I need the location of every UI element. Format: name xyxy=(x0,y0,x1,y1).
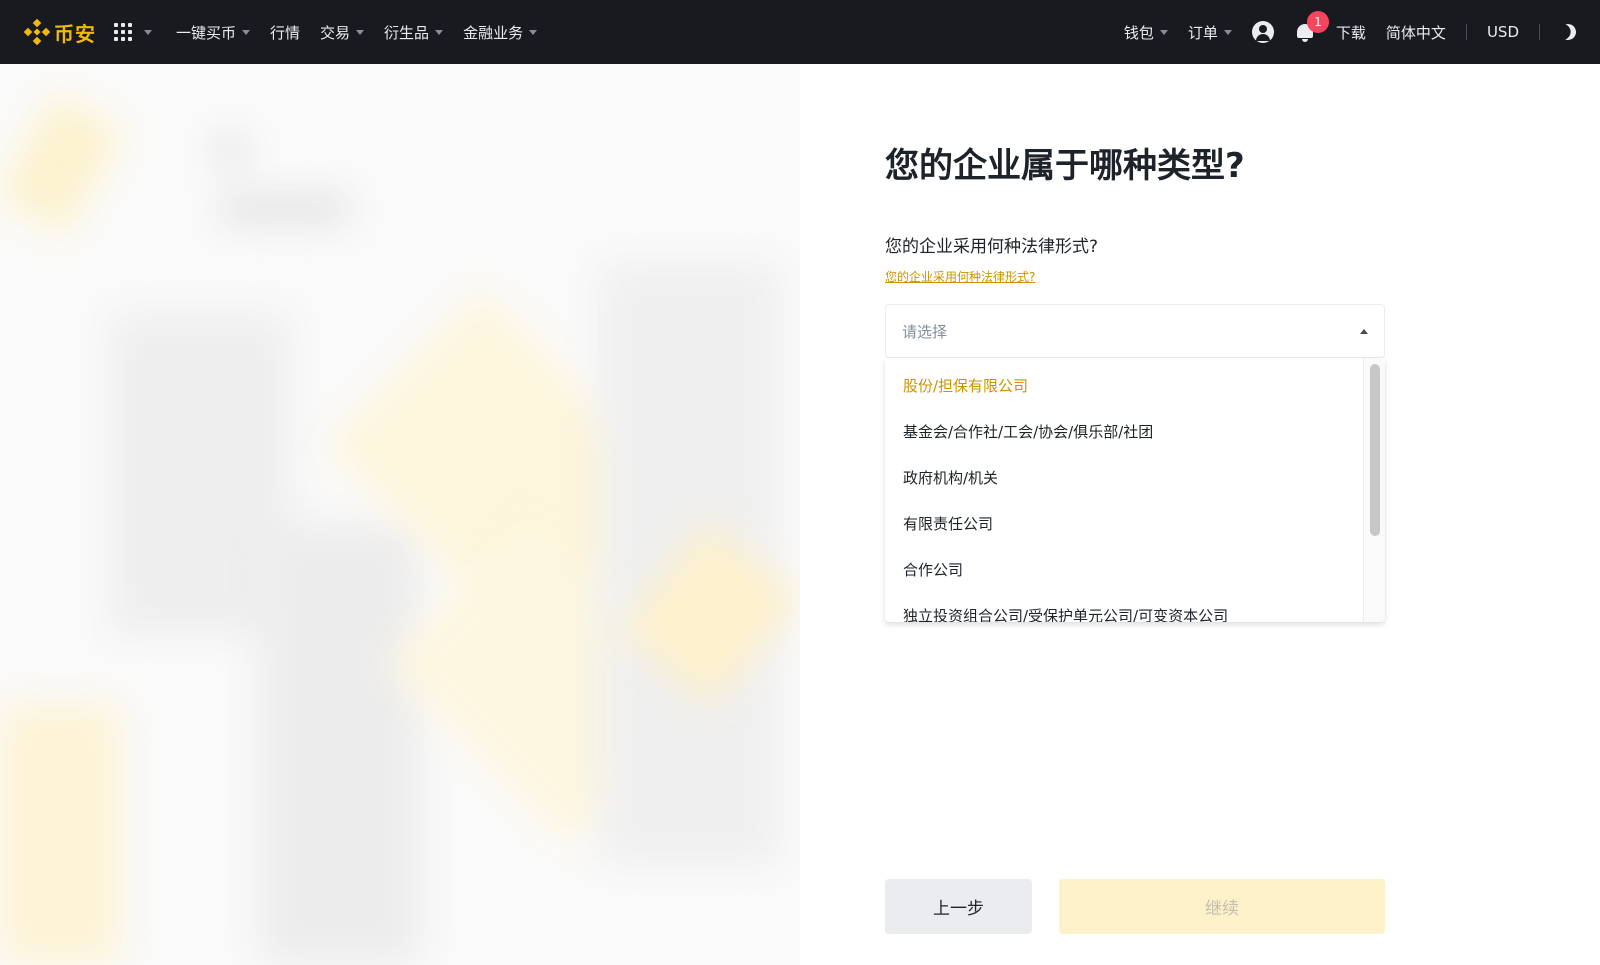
legal-form-select[interactable]: 请选择 xyxy=(885,304,1385,358)
scrollbar-thumb[interactable] xyxy=(1370,364,1380,536)
legal-form-question: 您的企业采用何种法律形式? xyxy=(885,237,1099,257)
nav-item-trade[interactable]: 交易 xyxy=(320,22,365,43)
wallet-label: 钱包 xyxy=(1123,23,1154,42)
dropdown-option[interactable]: 有限责任公司 xyxy=(885,500,1385,546)
nav-item-buy-crypto[interactable]: 一键买币 xyxy=(176,22,251,43)
divider xyxy=(1465,24,1467,40)
chevron-down-icon xyxy=(144,29,152,35)
nav-item-label: 行情 xyxy=(270,23,301,42)
back-button[interactable]: 上一步 xyxy=(885,879,1032,934)
nav-item-finance[interactable]: 金融业务 xyxy=(463,22,538,43)
notification-count-badge: 1 xyxy=(1306,11,1329,33)
chevron-down-icon xyxy=(1159,29,1168,35)
decorative-background xyxy=(0,64,800,965)
nav-item-label: 交易 xyxy=(320,23,351,42)
dropdown-scrollbar[interactable] xyxy=(1363,358,1385,622)
nav-item-label: 金融业务 xyxy=(463,23,524,42)
chevron-down-icon xyxy=(356,29,365,35)
chevron-down-icon xyxy=(529,29,538,35)
dropdown-option[interactable]: 基金会/合作社/工会/协会/俱乐部/社团 xyxy=(885,408,1385,454)
chevron-down-icon xyxy=(435,29,444,35)
dark-mode-moon-icon[interactable] xyxy=(1558,22,1579,43)
dropdown-option[interactable]: 政府机构/机关 xyxy=(885,454,1385,500)
continue-button[interactable]: 继续 xyxy=(1059,879,1385,934)
top-navigation-bar: 币安 一键买币 行情 交易 衍生品 金融业务 钱包 订单 1 下载 简体中文 U… xyxy=(0,0,1600,64)
select-placeholder: 请选择 xyxy=(902,322,948,341)
apps-menu-button[interactable] xyxy=(114,23,152,41)
download-link[interactable]: 下载 xyxy=(1336,22,1366,43)
dropdown-options: 股份/担保有限公司 基金会/合作社/工会/协会/俱乐部/社团 政府机构/机关 有… xyxy=(885,358,1385,623)
notifications-bell-icon[interactable]: 1 xyxy=(1294,11,1329,43)
dropdown-option[interactable]: 股份/担保有限公司 xyxy=(885,362,1385,408)
chevron-up-icon xyxy=(1360,328,1368,334)
chevron-down-icon xyxy=(1223,29,1232,35)
language-selector[interactable]: 简体中文 xyxy=(1386,22,1446,43)
brand-name: 币安 xyxy=(54,21,96,46)
divider xyxy=(1539,24,1540,40)
chevron-down-icon xyxy=(242,29,251,35)
main-nav: 一键买币 行情 交易 衍生品 金融业务 xyxy=(176,22,538,43)
binance-logo-icon xyxy=(24,19,50,45)
nav-item-label: 衍生品 xyxy=(384,23,430,42)
orders-menu[interactable]: 订单 xyxy=(1188,22,1232,43)
nav-item-derivatives[interactable]: 衍生品 xyxy=(384,22,444,43)
nav-right: 钱包 订单 1 下载 简体中文 USD xyxy=(1124,11,1579,43)
nav-item-label: 一键买币 xyxy=(176,23,237,42)
brand-logo[interactable]: 币安 xyxy=(24,18,96,47)
nav-item-markets[interactable]: 行情 xyxy=(270,22,300,43)
legal-form-dropdown: 股份/担保有限公司 基金会/合作社/工会/协会/俱乐部/社团 政府机构/机关 有… xyxy=(885,358,1385,622)
wallet-menu[interactable]: 钱包 xyxy=(1124,22,1168,43)
grid-apps-icon xyxy=(114,23,132,41)
currency-selector[interactable]: USD xyxy=(1487,23,1519,41)
dropdown-option[interactable]: 合作公司 xyxy=(885,546,1385,592)
orders-label: 订单 xyxy=(1187,23,1218,42)
page-title: 您的企业属于哪种类型? xyxy=(885,146,1245,186)
user-account-icon[interactable] xyxy=(1251,21,1274,43)
legal-form-help-link[interactable]: 您的企业采用何种法律形式? xyxy=(885,268,1035,285)
dropdown-option[interactable]: 独立投资组合公司/受保护单元公司/可变资本公司 xyxy=(885,592,1385,623)
